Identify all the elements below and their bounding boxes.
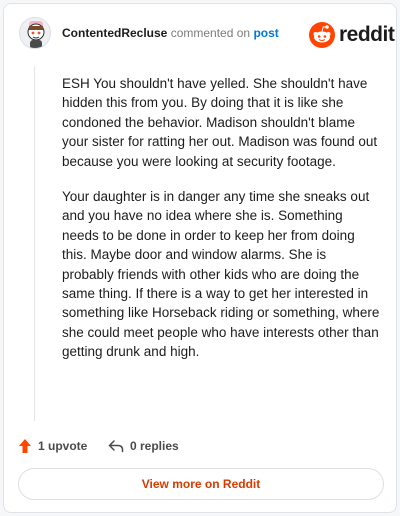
replies-button[interactable]: 0 replies: [108, 436, 179, 456]
snoo-avatar-icon[interactable]: [19, 17, 51, 49]
username-link[interactable]: ContentedRecluse: [62, 26, 167, 40]
comment-attribution: ContentedRecluse commented on post: [62, 26, 279, 40]
post-link[interactable]: post: [253, 26, 278, 40]
comment-body: ESH You shouldn't have yelled. She shoul…: [62, 74, 380, 378]
comment-actions: 1 upvote 0 replies: [18, 436, 318, 456]
upvote-count: 1 upvote: [38, 439, 88, 453]
attribution-action-text: commented on: [170, 26, 251, 40]
reddit-wordmark: reddit: [339, 23, 395, 46]
comment-paragraph: Your daughter is in danger any time she …: [62, 189, 380, 360]
replies-count: 0 replies: [130, 439, 179, 453]
reply-arrow-icon: [108, 440, 124, 453]
upvote-arrow-icon: [19, 439, 31, 453]
comment-header: ContentedRecluse commented on post reddi…: [4, 4, 396, 64]
comment-embed-card: ContentedRecluse commented on post reddi…: [3, 3, 397, 513]
comment-paragraph: ESH You shouldn't have yelled. She shoul…: [62, 76, 378, 169]
reddit-logo-icon: [309, 22, 335, 48]
view-more-button[interactable]: View more on Reddit: [18, 468, 384, 500]
upvote-button[interactable]: 1 upvote: [18, 436, 87, 456]
thread-line: [34, 66, 35, 421]
